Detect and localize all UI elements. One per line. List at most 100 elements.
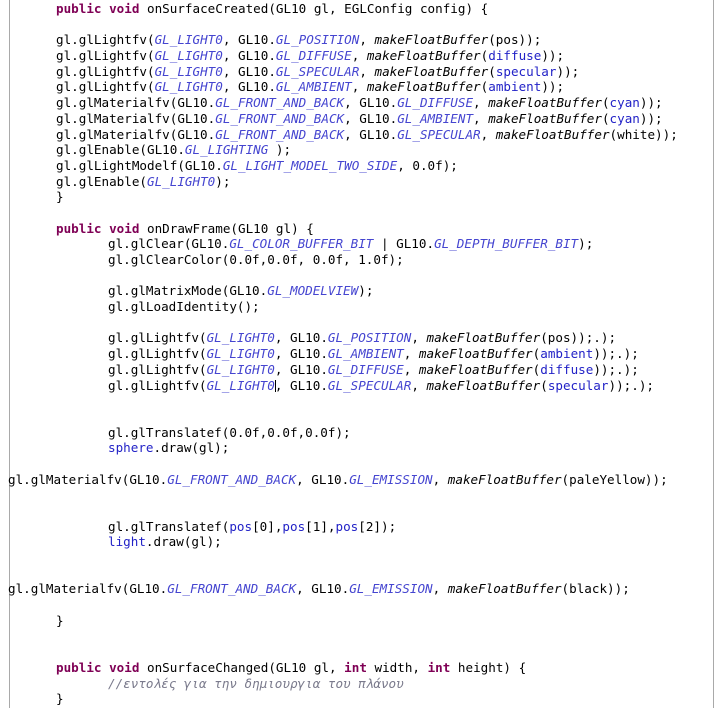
code-token-plain: , GL10. [222, 63, 276, 79]
code-token-plain: height) { [450, 659, 527, 675]
code-token-const: GL_FRONT_AND_BACK [167, 581, 297, 597]
code-token-const: GL_AMBIENT [275, 79, 352, 95]
code-token-plain: ( [540, 377, 548, 393]
code-token-plain: gl.glTranslatef(0.0f,0.0f,0.0f); [108, 424, 351, 440]
code-token-method: makeFloatBuffer [447, 581, 562, 597]
code-token-plain: , GL10. [274, 377, 328, 393]
code-token-const: GL_FRONT_AND_BACK [167, 471, 297, 487]
code-line[interactable]: gl.glMaterialfv(GL10.GL_FRONT_AND_BACK, … [0, 111, 713, 127]
code-line[interactable]: gl.glLightfv(GL_LIGHT0, GL10.GL_SPECULAR… [0, 64, 713, 80]
code-line[interactable]: } [0, 613, 713, 629]
code-line[interactable] [0, 550, 713, 566]
code-token-method: makeFloatBuffer [426, 330, 541, 346]
code-line[interactable] [0, 597, 713, 613]
code-line[interactable] [0, 393, 713, 409]
code-line[interactable] [0, 644, 713, 660]
code-line[interactable]: gl.glMaterialfv(GL10.GL_FRONT_AND_BACK, … [0, 127, 713, 143]
code-line[interactable]: } [0, 189, 713, 205]
code-token-method: makeFloatBuffer [488, 110, 602, 126]
code-line[interactable]: light.draw(gl); [0, 534, 713, 550]
code-token-const: GL_EMISSION [349, 471, 433, 487]
code-token-plain: gl.glMaterialfv(GL10. [8, 581, 168, 597]
code-token-plain: , [411, 330, 427, 346]
code-token-const: GL_LIGHT0 [154, 32, 223, 48]
code-line[interactable]: gl.glEnable(GL_LIGHT0); [0, 174, 713, 190]
code-token-plain: gl.glLightfv( [56, 32, 155, 48]
code-token-plain: ));.); [593, 361, 639, 377]
code-line[interactable]: gl.glMaterialfv(GL10.GL_FRONT_AND_BACK, … [0, 581, 713, 597]
code-line[interactable] [0, 205, 713, 221]
code-token-plain: [1], [305, 518, 336, 534]
code-line[interactable]: gl.glTranslatef(0.0f,0.0f,0.0f); [0, 425, 713, 441]
code-token-const: GL_MODELVIEW [267, 283, 359, 299]
code-line[interactable]: //εντολές για την δημιουργια του πλάνου [0, 676, 713, 692]
code-line[interactable]: gl.glLightfv(GL_LIGHT0, GL10.GL_SPECULAR… [0, 378, 713, 394]
code-line[interactable]: gl.glTranslatef(pos[0],pos[1],pos[2]); [0, 519, 713, 535]
code-token-kw: public [56, 1, 102, 16]
code-token-const: GL_FRONT_AND_BACK [215, 95, 345, 111]
code-line[interactable]: gl.glLightModelf(GL10.GL_LIGHT_MODEL_TWO… [0, 158, 713, 174]
code-token-plain: gl.glClear(GL10. [108, 236, 230, 252]
code-token-method: makeFloatBuffer [366, 48, 481, 64]
code-token-method: makeFloatBuffer [447, 471, 562, 487]
code-token-method: makeFloatBuffer [426, 377, 541, 393]
code-line[interactable]: gl.glMaterialfv(GL10.GL_FRONT_AND_BACK, … [0, 95, 713, 111]
code-token-const: GL_DEPTH_BUFFER_BIT [434, 236, 579, 252]
code-line[interactable]: } [0, 691, 713, 707]
code-token-plain: , 0.0f); [397, 157, 458, 173]
code-token-plain: gl.glTranslatef( [108, 518, 230, 534]
code-editor-viewport[interactable]: public void onSurfaceCreated(GL10 gl, EG… [0, 0, 722, 708]
code-line[interactable]: public void onSurfaceCreated(GL10 gl, EG… [0, 1, 713, 17]
code-line[interactable]: gl.glLightfv(GL_LIGHT0, GL10.GL_DIFFUSE,… [0, 362, 713, 378]
code-line[interactable] [0, 268, 713, 284]
code-token-kw: public [56, 220, 102, 236]
code-line[interactable]: gl.glLightfv(GL_LIGHT0, GL10.GL_DIFFUSE,… [0, 48, 713, 64]
code-line[interactable] [0, 17, 713, 33]
code-token-method: makeFloatBuffer [418, 346, 533, 362]
code-line[interactable] [0, 487, 713, 503]
code-token-const: GL_SPECULAR [275, 63, 360, 79]
code-line[interactable]: public void onDrawFrame(GL10 gl) { [0, 221, 713, 237]
code-token-method: makeFloatBuffer [366, 79, 481, 95]
code-token-plain: , [359, 32, 375, 48]
source-code-area[interactable]: public void onSurfaceCreated(GL10 gl, EG… [0, 0, 713, 707]
code-token-plain: , GL10. [296, 471, 350, 487]
code-line[interactable] [0, 629, 713, 645]
code-token-plain: , GL10. [296, 581, 350, 597]
code-line[interactable]: sphere.draw(gl); [0, 440, 713, 456]
code-line[interactable]: gl.glEnable(GL10.GL_LIGHTING ); [0, 142, 713, 158]
code-line[interactable]: gl.glLoadIdentity(); [0, 299, 713, 315]
code-line[interactable] [0, 409, 713, 425]
code-line[interactable]: public void onSurfaceChanged(GL10 gl, in… [0, 660, 713, 676]
code-token-plain: gl.glLoadIdentity(); [108, 299, 260, 315]
code-line[interactable] [0, 456, 713, 472]
code-token-plain: gl.glClearColor(0.0f,0.0f, 0.0f, 1.0f); [108, 252, 404, 267]
code-line[interactable]: gl.glLightfv(GL_LIGHT0, GL10.GL_POSITION… [0, 32, 713, 48]
code-token-plain: , GL10. [274, 361, 328, 377]
code-token-plain: , GL10. [274, 346, 328, 362]
code-token-plain: gl.glMaterialfv(GL10. [56, 126, 216, 142]
code-token-plain: gl.glMaterialfv(GL10. [56, 95, 216, 111]
code-token-plain: , [403, 361, 419, 377]
code-token-plain: | GL10. [373, 236, 435, 252]
code-token-const: GL_COLOR_BUFFER_BIT [229, 236, 374, 252]
code-line[interactable]: gl.glLightfv(GL_LIGHT0, GL10.GL_POSITION… [0, 330, 713, 346]
code-line[interactable] [0, 503, 713, 519]
code-token-method: makeFloatBuffer [488, 95, 602, 111]
code-line[interactable]: gl.glMaterialfv(GL10.GL_FRONT_AND_BACK, … [0, 472, 713, 488]
code-token-plain: (white)); [609, 126, 678, 142]
code-line[interactable]: gl.glLightfv(GL_LIGHT0, GL10.GL_AMBIENT,… [0, 346, 713, 362]
code-token-plain: , [432, 581, 448, 597]
code-token-const: GL_AMBIENT [327, 346, 404, 362]
code-line[interactable]: gl.glMatrixMode(GL10.GL_MODELVIEW); [0, 283, 713, 299]
code-token-plain: , [351, 48, 367, 64]
code-token-const: GL_SPECULAR [327, 377, 412, 393]
code-line[interactable]: gl.glLightfv(GL_LIGHT0, GL10.GL_AMBIENT,… [0, 79, 713, 95]
code-line[interactable] [0, 315, 713, 331]
code-line[interactable]: gl.glClear(GL10.GL_COLOR_BUFFER_BIT | GL… [0, 236, 713, 252]
code-token-plain: ); [215, 173, 231, 189]
code-line[interactable]: gl.glClearColor(0.0f,0.0f, 0.0f, 1.0f); [0, 252, 713, 268]
code-line[interactable] [0, 566, 713, 582]
code-token-plain: , [473, 110, 489, 126]
